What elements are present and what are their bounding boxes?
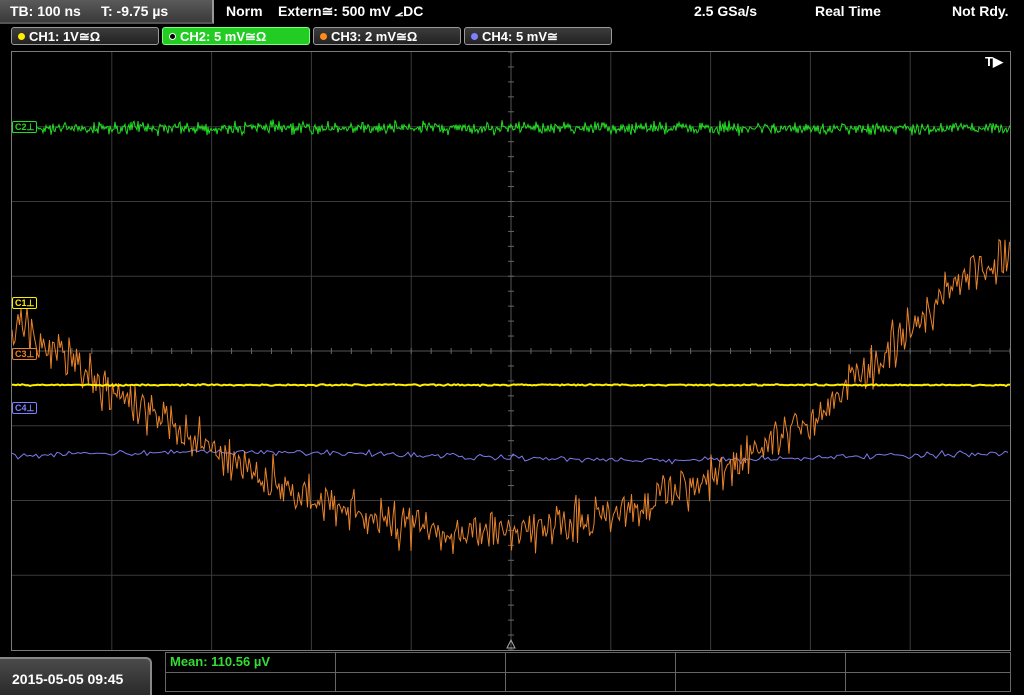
measurement-cell xyxy=(846,653,1010,672)
ch1-dot-icon xyxy=(18,33,25,40)
measurement-cell xyxy=(336,653,506,672)
ch4-offset-marker[interactable]: C4⊥ xyxy=(12,402,38,414)
measurement-cell xyxy=(336,672,506,691)
timebase-box[interactable]: TB: 100 ns T: -9.75 µs xyxy=(0,0,214,24)
mean-measurement: Mean: 110.56 µV xyxy=(170,654,270,669)
channel-2-label: CH2: 5 mV≅Ω xyxy=(180,29,267,44)
channel-3-tab[interactable]: CH3: 2 mV≅Ω xyxy=(313,27,461,45)
measurement-cell xyxy=(506,672,676,691)
channel-1-label: CH1: 1V≅Ω xyxy=(29,29,101,44)
ch2-dot-icon xyxy=(169,33,176,40)
trigger-time: T: -9.75 µs xyxy=(101,3,169,19)
datetime-value: 2015-05-05 09:45 xyxy=(12,671,124,687)
channel-1-tab[interactable]: CH1: 1V≅Ω xyxy=(11,27,159,45)
ch1-trace xyxy=(12,382,1010,388)
channel-4-tab[interactable]: CH4: 5 mV≅ xyxy=(464,27,612,45)
ch3-dot-icon xyxy=(320,33,327,40)
channel-3-label: CH3: 2 mV≅Ω xyxy=(331,29,418,44)
status-bar: TB: 100 ns T: -9.75 µs Norm Extern≅: 500… xyxy=(0,0,1024,24)
channel-bar: CH1: 1V≅Ω CH2: 5 mV≅Ω CH3: 2 mV≅Ω CH4: 5… xyxy=(0,26,1024,48)
acquisition-mode[interactable]: Real Time xyxy=(815,0,881,22)
run-state: Not Rdy. xyxy=(952,3,1009,19)
measurement-cell xyxy=(506,653,676,672)
waveform-canvas xyxy=(12,52,1010,650)
trigger-position-marker: T▶ xyxy=(985,54,1003,69)
ch4-dot-icon xyxy=(471,33,478,40)
measurement-cell xyxy=(166,672,336,691)
measurement-panel[interactable]: Mean: 110.56 µV xyxy=(165,652,1011,692)
measurement-cell xyxy=(676,653,846,672)
ch2-offset-marker[interactable]: C2⊥ xyxy=(12,121,38,133)
ch3-offset-marker[interactable]: C3⊥ xyxy=(12,348,38,360)
ch1-offset-marker[interactable]: C1⊥ xyxy=(12,297,38,309)
measurement-cell xyxy=(676,672,846,691)
measurement-cell: Mean: 110.56 µV xyxy=(166,653,336,672)
measurement-cell xyxy=(846,672,1010,691)
waveform-display[interactable] xyxy=(11,51,1011,651)
datetime-box: 2015-05-05 09:45 xyxy=(0,657,152,695)
timebase-value: TB: 100 ns xyxy=(10,3,81,19)
trigger-mode[interactable]: Norm xyxy=(226,0,263,22)
ch4-trace xyxy=(12,448,1009,465)
sample-rate[interactable]: 2.5 GSa/s xyxy=(694,0,757,22)
channel-4-label: CH4: 5 mV≅ xyxy=(482,29,558,44)
trigger-source[interactable]: Extern≅: 500 mV ⦟DC xyxy=(278,0,423,22)
channel-2-tab[interactable]: CH2: 5 mV≅Ω xyxy=(162,27,310,45)
